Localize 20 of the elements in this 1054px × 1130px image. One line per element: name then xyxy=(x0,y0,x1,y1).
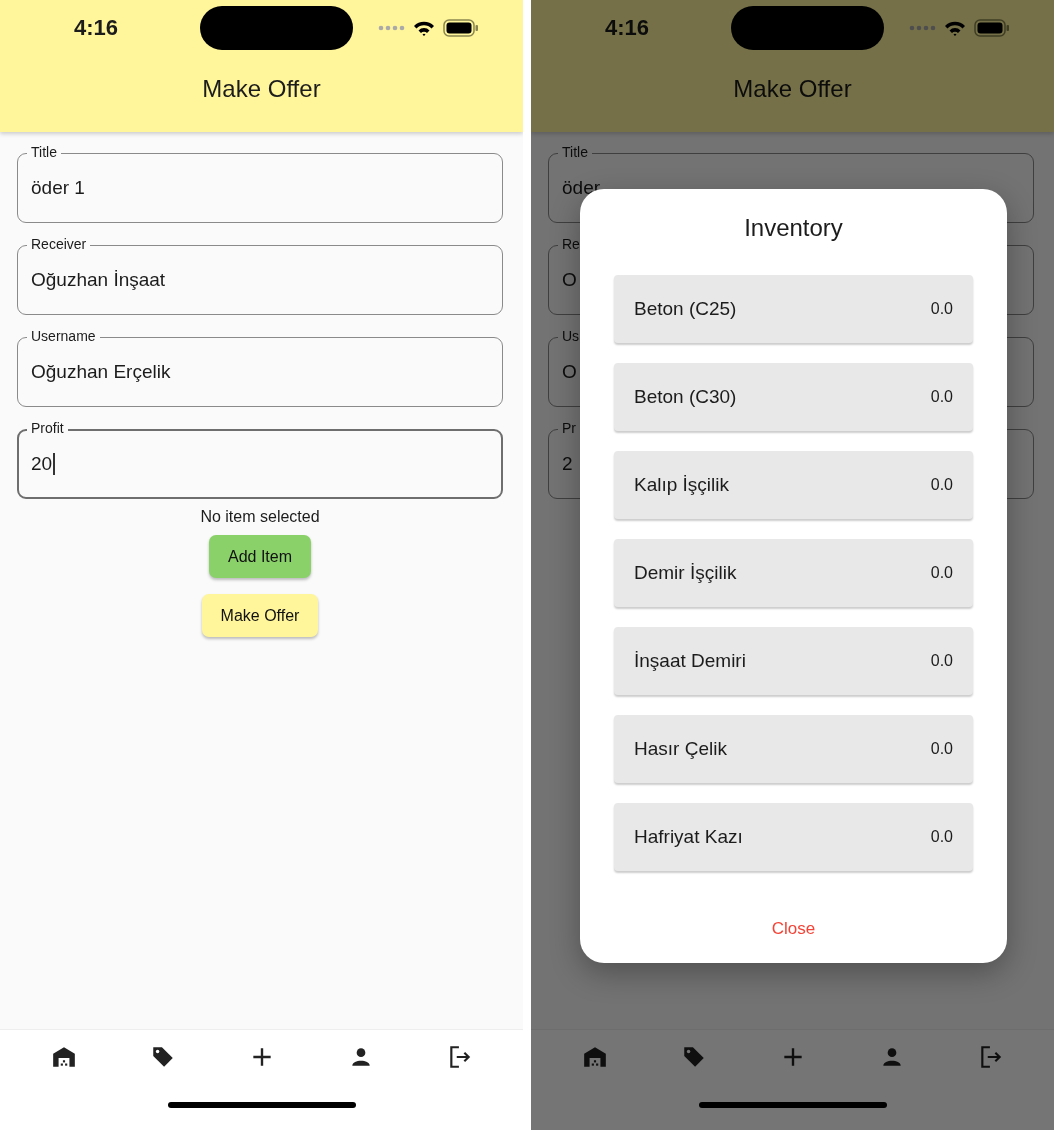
item-quantity: 0.0 xyxy=(930,828,953,846)
item-name: Kalıp İşçilik xyxy=(634,474,730,496)
item-name: Beton (C30) xyxy=(634,386,737,408)
screen-title: Make Offer xyxy=(202,75,321,103)
item-quantity: 0.0 xyxy=(930,476,953,494)
item-quantity: 0.0 xyxy=(930,740,953,758)
status-time: 4:16 xyxy=(605,15,651,41)
item-name: Demir İşçilik xyxy=(634,562,737,584)
item-name: Beton (C25) xyxy=(634,298,737,320)
item-quantity: 0.0 xyxy=(930,388,953,406)
item-name: Hasır Çelik xyxy=(634,738,727,760)
item-name: İnşaat Demiri xyxy=(634,650,746,672)
item-quantity: 0.0 xyxy=(930,652,953,670)
item-name: Hafriyat Kazı xyxy=(634,826,743,848)
status-text: No item selected xyxy=(200,508,320,526)
screen-title: Make Offer xyxy=(733,75,852,103)
dialog-title: Inventory xyxy=(744,214,843,243)
item-quantity: 0.0 xyxy=(930,300,953,318)
item-quantity: 0.0 xyxy=(930,564,953,582)
status-time: 4:16 xyxy=(74,15,120,41)
